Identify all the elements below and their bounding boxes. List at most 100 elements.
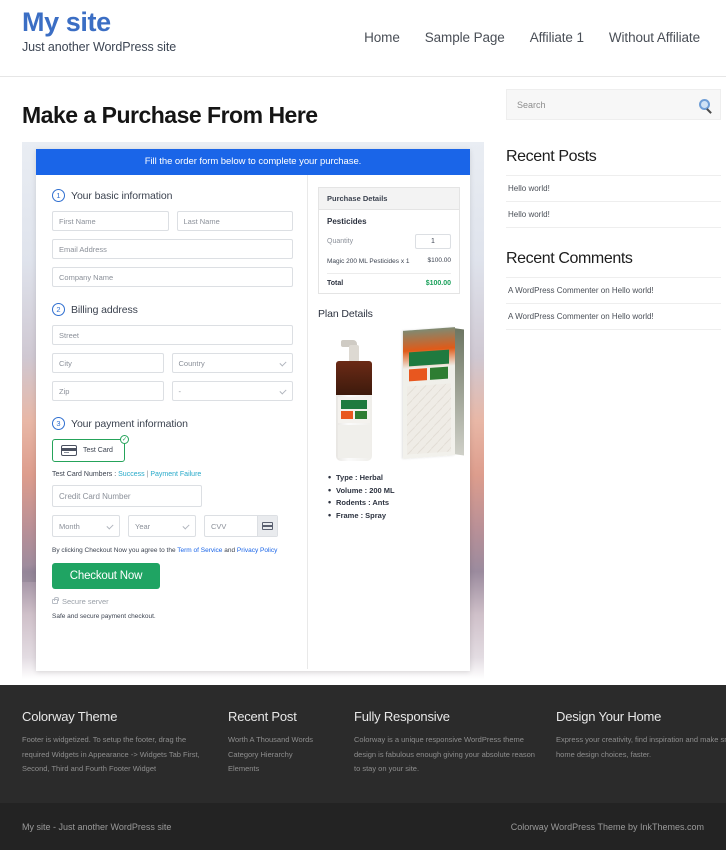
widget-title-recent-comments: Recent Comments [506, 250, 633, 267]
zip-input[interactable]: Zip [52, 381, 164, 401]
product-box-icon [403, 327, 464, 460]
site-footer: Colorway Theme Footer is widgetized. To … [0, 685, 726, 803]
city-input[interactable]: City [52, 353, 164, 373]
email-field-row: Email Address [52, 239, 293, 259]
first-name-input[interactable]: First Name [52, 211, 169, 231]
search-input[interactable]: Search [517, 100, 546, 110]
terms-of-service-link[interactable]: Term of Service [177, 547, 222, 554]
quantity-label: Quantity [327, 238, 354, 245]
footer-credit[interactable]: Colorway WordPress Theme by InkThemes.co… [511, 822, 704, 832]
chevron-down-icon [182, 522, 190, 530]
company-input[interactable]: Company Name [52, 267, 293, 287]
recent-comment-link[interactable]: A WordPress Commenter on Hello world! [508, 286, 654, 295]
list-item[interactable]: Hello world! [506, 175, 721, 201]
main-content: Make a Purchase From Here Fill the order… [22, 77, 484, 685]
credit-card-icon [61, 445, 77, 456]
chevron-down-icon [279, 387, 287, 395]
product-box-artwork [407, 383, 451, 455]
street-input[interactable]: Street [52, 325, 293, 345]
list-item[interactable]: Hello world! [506, 201, 721, 228]
recent-post-link[interactable]: Hello world! [508, 210, 550, 219]
nav-item-without-affiliate[interactable]: Without Affiliate [609, 30, 700, 45]
footer-link-item[interactable]: Category Hierarchy [228, 748, 338, 763]
footer-link-item[interactable]: Elements [228, 762, 338, 777]
terms-agreement: By clicking Checkout Now you agree to th… [52, 547, 293, 554]
footer-link-item[interactable]: Worth A Thousand Words [228, 733, 338, 748]
list-item[interactable]: A WordPress Commenter on Hello world! [506, 303, 721, 330]
product-box-second-badge [430, 367, 448, 381]
site-title[interactable]: My site [22, 8, 176, 37]
search-icon[interactable] [699, 99, 710, 110]
quantity-input[interactable]: 1 [415, 234, 451, 249]
plan-spec-type: Type : Herbal [328, 472, 460, 482]
purchase-details-box: Purchase Details Pesticides Quantity 1 M… [318, 187, 460, 295]
page-wrap: Make a Purchase From Here Fill the order… [0, 77, 726, 685]
test-card-numbers: Test Card Numbers : Success | Payment Fa… [52, 471, 293, 478]
bottle-artwork [338, 425, 370, 459]
recent-post-link[interactable]: Hello world! [508, 184, 550, 193]
test-card-success-link[interactable]: Success [118, 471, 144, 478]
search-widget[interactable]: Search [506, 89, 721, 120]
step-number-3: 3 [52, 417, 65, 430]
bottle-second-badge [355, 411, 367, 420]
footer-columns: Colorway Theme Footer is widgetized. To … [22, 709, 726, 777]
chevron-down-icon [279, 359, 287, 367]
step-payment-information: 3 Your payment information [52, 417, 293, 430]
email-input[interactable]: Email Address [52, 239, 293, 259]
footer-column-design-your-home: Design Your Home Express your creativity… [556, 709, 726, 777]
list-item[interactable]: A WordPress Commenter on Hello world! [506, 277, 721, 303]
privacy-policy-link[interactable]: Privacy Policy [237, 547, 277, 554]
product-bottle-icon [336, 340, 372, 462]
product-box-side [455, 328, 464, 456]
payment-method-test-card[interactable]: ✓ Test Card [52, 435, 129, 462]
widget-recent-comments: Recent Comments A WordPress Commenter on… [506, 250, 721, 330]
test-card-failure-link[interactable]: Payment Failure [150, 471, 201, 478]
nav-item-home[interactable]: Home [364, 30, 400, 45]
last-name-input[interactable]: Last Name [176, 211, 293, 231]
checkout-now-button[interactable]: Checkout Now [52, 563, 160, 589]
purchase-details-heading: Purchase Details [319, 188, 459, 210]
chevron-down-icon [106, 522, 114, 530]
nav-item-affiliate-1[interactable]: Affiliate 1 [530, 30, 584, 45]
payment-method-label: Test Card [83, 447, 113, 454]
purchase-details-body: Pesticides Quantity 1 Magic 200 ML Pesti… [319, 210, 459, 293]
cvv-field[interactable]: CVV [204, 515, 278, 537]
footer-column-recent-post: Recent Post Worth A Thousand Words Categ… [228, 709, 338, 777]
plan-details-title: Plan Details [318, 308, 373, 321]
expiry-year-select[interactable]: Year [128, 515, 196, 537]
cvv-card-icon-button[interactable] [257, 516, 277, 536]
step-basic-information: 1 Your basic information [52, 189, 293, 202]
country-select[interactable]: Country [171, 353, 293, 373]
expiry-cvv-row: Month Year CVV [52, 515, 293, 537]
product-box-brand-band [409, 350, 449, 367]
expiry-year-value: Year [135, 521, 151, 531]
credit-card-icon [262, 522, 273, 530]
footer-recent-post-list: Worth A Thousand Words Category Hierarch… [228, 733, 338, 777]
product-box-claim-badge [409, 368, 427, 382]
line-item-name: Magic 200 ML Pesticides x 1 [327, 258, 410, 265]
widget-title-recent-posts: Recent Posts [506, 148, 597, 165]
nav-item-sample-page[interactable]: Sample Page [425, 30, 505, 45]
expiry-month-select[interactable]: Month [52, 515, 120, 537]
footer-text-4: Express your creativity, find inspiratio… [556, 735, 726, 759]
test-card-numbers-prefix: Test Card Numbers : [52, 471, 119, 478]
line-item-row: Magic 200 ML Pesticides x 1 $100.00 [327, 257, 451, 275]
expiry-month-value: Month [59, 521, 80, 531]
purchase-summary: Purchase Details Pesticides Quantity 1 M… [308, 175, 470, 669]
checkout-form: 1 Your basic information First Name Last… [36, 175, 308, 669]
terms-and: and [222, 547, 237, 554]
bottle-label [338, 397, 370, 424]
state-select[interactable]: - [171, 381, 293, 401]
zip-state-row: Zip - [52, 381, 293, 401]
recent-posts-list: Hello world! Hello world! [506, 175, 721, 228]
product-image [318, 327, 464, 463]
total-row: Total $100.00 [327, 280, 451, 287]
street-field-row: Street [52, 325, 293, 345]
lock-icon [52, 597, 59, 604]
recent-comment-link[interactable]: A WordPress Commenter on Hello world! [508, 312, 654, 321]
checkout-banner: Fill the order form below to complete yo… [36, 149, 470, 175]
cvv-input[interactable]: CVV [205, 516, 257, 536]
checkout-body: 1 Your basic information First Name Last… [36, 175, 470, 669]
credit-card-number-input[interactable]: Credit Card Number [52, 485, 202, 507]
step-number-2: 2 [52, 303, 65, 316]
